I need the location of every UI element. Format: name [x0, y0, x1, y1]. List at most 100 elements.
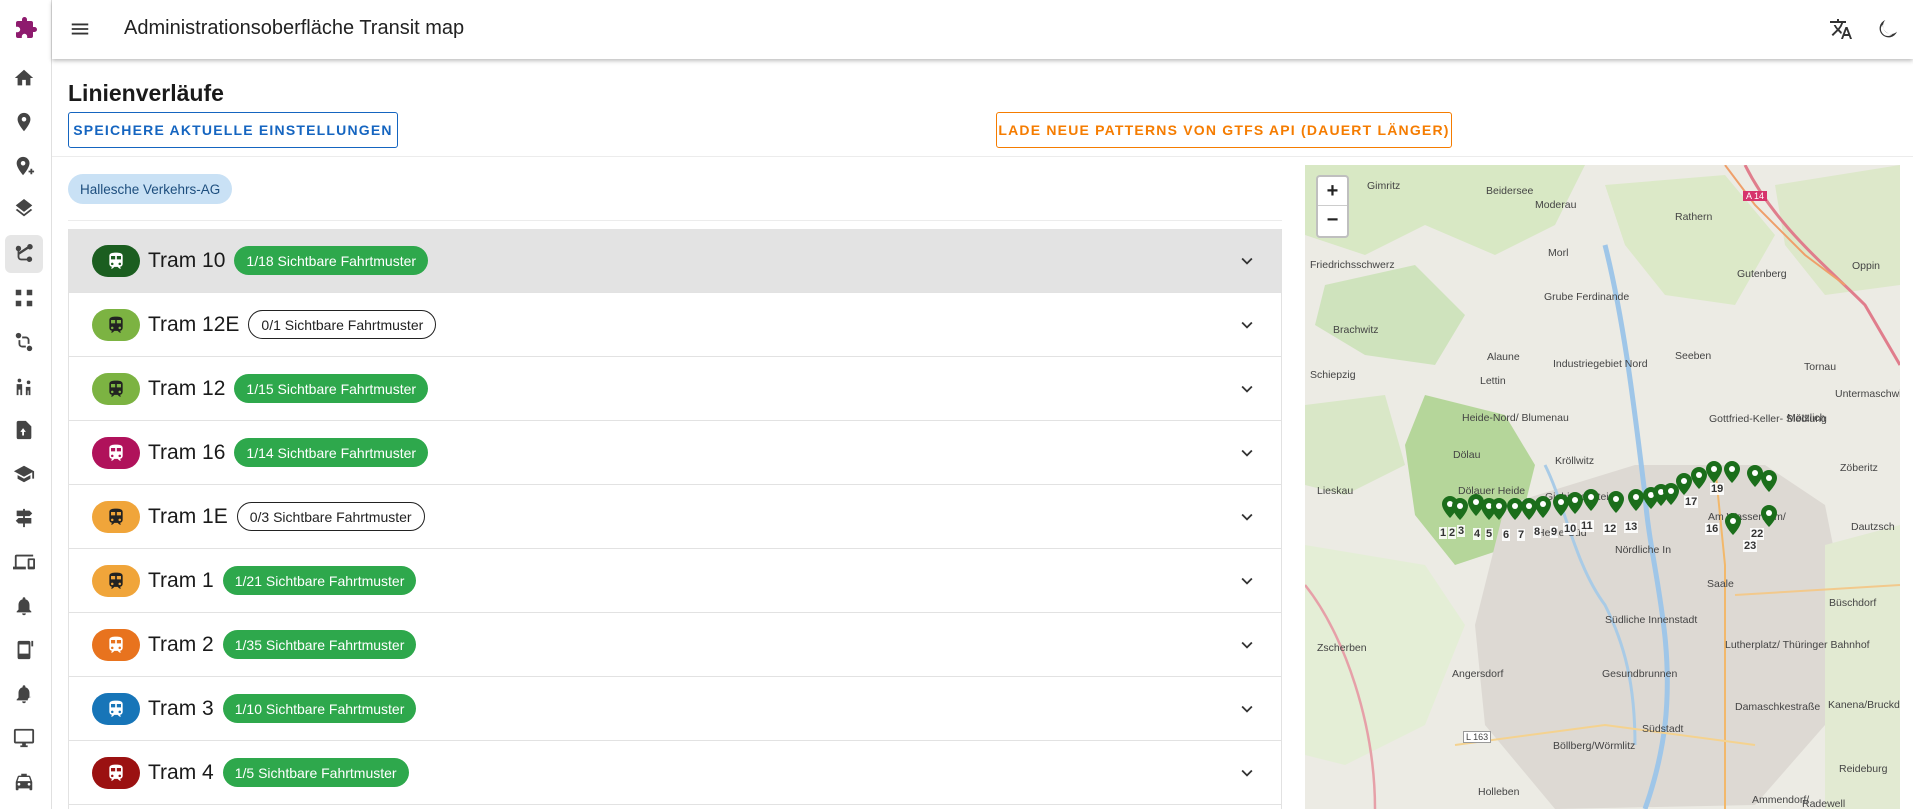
chevron-down-icon	[1241, 641, 1253, 649]
language-button[interactable]	[1827, 15, 1855, 43]
map-place-label: Ammendorf/	[1752, 794, 1810, 806]
stop-marker-icon[interactable]	[1706, 461, 1722, 483]
visible-patterns-badge: 0/1 Sichtbare Fahrtmuster	[248, 310, 437, 339]
expand-button[interactable]	[1235, 697, 1259, 721]
route-row[interactable]: Tram 1E 0/3 Sichtbare Fahrtmuster	[69, 485, 1281, 549]
sidebar-item-layers[interactable]	[5, 191, 43, 229]
map-place-label: Rathern	[1675, 211, 1713, 223]
expand-button[interactable]	[1235, 377, 1259, 401]
dark-mode-button[interactable]	[1874, 15, 1902, 43]
map-place-label: Gutenberg	[1737, 268, 1787, 280]
stop-marker-icon[interactable]	[1452, 498, 1468, 520]
stop-marker-icon[interactable]	[1567, 492, 1583, 514]
stop-number-label: 3	[1457, 525, 1466, 537]
zoom-in-button[interactable]: +	[1318, 177, 1347, 206]
sidebar-item-stops-route[interactable]	[5, 323, 43, 361]
sidebar-item-upload-file[interactable]	[5, 411, 43, 449]
route-color-pill	[92, 244, 140, 277]
route-list: Tram 10 1/18 Sichtbare Fahrtmuster Tram 12…	[68, 229, 1282, 809]
map-place-label: Brachwitz	[1333, 324, 1379, 336]
route-row[interactable]: Tram 12 1/15 Sichtbare Fahrtmuster	[69, 357, 1281, 421]
menu-button[interactable]	[66, 15, 94, 43]
sidebar-item-display-device[interactable]	[5, 631, 43, 669]
map-place-label: Damaschkestraße	[1735, 701, 1821, 713]
stop-marker-icon[interactable]	[1691, 467, 1707, 489]
sidebar-item-network[interactable]	[5, 279, 43, 317]
map-place-label: Büschdorf	[1829, 597, 1877, 609]
stop-number-label: 22	[1750, 528, 1765, 540]
sidebar-item-notification-settings[interactable]	[5, 675, 43, 713]
map-place-label: Friedrichsschwerz	[1310, 259, 1395, 271]
zoom-out-button[interactable]: −	[1318, 206, 1347, 235]
stop-number-label: 6	[1502, 529, 1511, 541]
expand-button[interactable]	[1235, 249, 1259, 273]
sidebar	[0, 0, 52, 809]
stop-marker-icon[interactable]	[1725, 513, 1741, 535]
network-icon	[15, 289, 33, 307]
tram-icon	[109, 380, 123, 396]
map[interactable]: + − Gimritz Beidersee Moderau Rathern A 14 Fr…	[1305, 165, 1900, 809]
stop-marker-icon[interactable]	[1583, 489, 1599, 511]
expand-button[interactable]	[1235, 761, 1259, 785]
display-device-icon	[17, 640, 34, 660]
visible-patterns-badge: 1/5 Sichtbare Fahrtmuster	[222, 758, 409, 787]
route-name: Tram 4	[148, 760, 214, 784]
upload-file-icon	[16, 420, 32, 440]
route-row[interactable]: Tram 1 1/21 Sichtbare Fahrtmuster	[69, 549, 1281, 613]
sidebar-item-school[interactable]	[5, 455, 43, 493]
stop-marker-icon[interactable]	[1676, 473, 1692, 495]
sidebar-item-devices[interactable]	[5, 543, 43, 581]
stop-number-label: 4	[1473, 528, 1482, 540]
expand-button[interactable]	[1235, 313, 1259, 337]
sidebar-item-passengers[interactable]	[5, 367, 43, 405]
stop-marker-icon[interactable]	[1608, 491, 1624, 513]
stop-marker-icon[interactable]	[1535, 496, 1551, 518]
load-patterns-button[interactable]: Lade neue Patterns von GTFS API (dauert …	[996, 112, 1452, 148]
agency-chip[interactable]: Hallesche Verkehrs-AG	[68, 174, 233, 204]
sidebar-item-signpost[interactable]	[5, 499, 43, 537]
expand-button[interactable]	[1235, 569, 1259, 593]
tram-icon	[109, 700, 123, 716]
route-color-pill	[92, 564, 140, 597]
stop-marker-icon[interactable]	[1724, 461, 1740, 483]
stop-marker-icon[interactable]	[1761, 505, 1777, 527]
sidebar-item-route[interactable]	[5, 235, 43, 273]
map-place-label: Reideburg	[1839, 763, 1888, 775]
map-place-label: A 14	[1743, 191, 1768, 201]
route-row[interactable]: Tram 4 1/5 Sichtbare Fahrtmuster	[69, 741, 1281, 805]
sidebar-item-monitor[interactable]	[5, 719, 43, 757]
route-row[interactable]: Tram 2 1/35 Sichtbare Fahrtmuster	[69, 613, 1281, 677]
route-row[interactable]: Tram 10 1/18 Sichtbare Fahrtmuster	[69, 229, 1281, 293]
chevron-down-icon	[1241, 257, 1253, 265]
route-row[interactable]: Tram 16 1/14 Sichtbare Fahrtmuster	[69, 421, 1281, 485]
route-row[interactable]: Tram 12E 0/1 Sichtbare Fahrtmuster	[69, 293, 1281, 357]
expand-button[interactable]	[1235, 441, 1259, 465]
taxi-icon	[15, 773, 33, 791]
stop-marker-icon[interactable]	[1491, 498, 1507, 520]
app-logo[interactable]	[0, 0, 52, 56]
stop-marker-icon[interactable]	[1628, 489, 1644, 511]
map-place-label: Nördliche In	[1615, 544, 1672, 556]
map-place-label: Moderau	[1535, 199, 1577, 211]
stop-number-label: 9	[1550, 526, 1559, 538]
sidebar-item-location-pin[interactable]	[5, 103, 43, 141]
visible-patterns-badge: 1/21 Sichtbare Fahrtmuster	[222, 566, 417, 595]
moon-icon	[1879, 20, 1897, 38]
divider	[52, 156, 1913, 157]
sidebar-item-taxi[interactable]	[5, 763, 43, 801]
sidebar-item-add-location[interactable]	[5, 147, 43, 185]
expand-button[interactable]	[1235, 633, 1259, 657]
map-place-label: Zscherben	[1317, 642, 1367, 654]
menu-icon	[71, 23, 89, 35]
stop-number-label: 2	[1448, 527, 1457, 539]
sidebar-item-home[interactable]	[5, 59, 43, 97]
sidebar-item-alarm[interactable]	[5, 587, 43, 625]
map-place-label: Lettin	[1480, 375, 1506, 387]
expand-button[interactable]	[1235, 505, 1259, 529]
visible-patterns-badge: 0/3 Sichtbare Fahrtmuster	[236, 502, 425, 531]
location-pin-icon	[17, 112, 31, 132]
stop-marker-icon[interactable]	[1761, 470, 1777, 492]
route-row[interactable]: Tram 3 1/10 Sichtbare Fahrtmuster	[69, 677, 1281, 741]
map-place-label: Dölau	[1453, 449, 1481, 461]
save-settings-button[interactable]: Speichere aktuelle Einstellungen	[68, 112, 398, 148]
